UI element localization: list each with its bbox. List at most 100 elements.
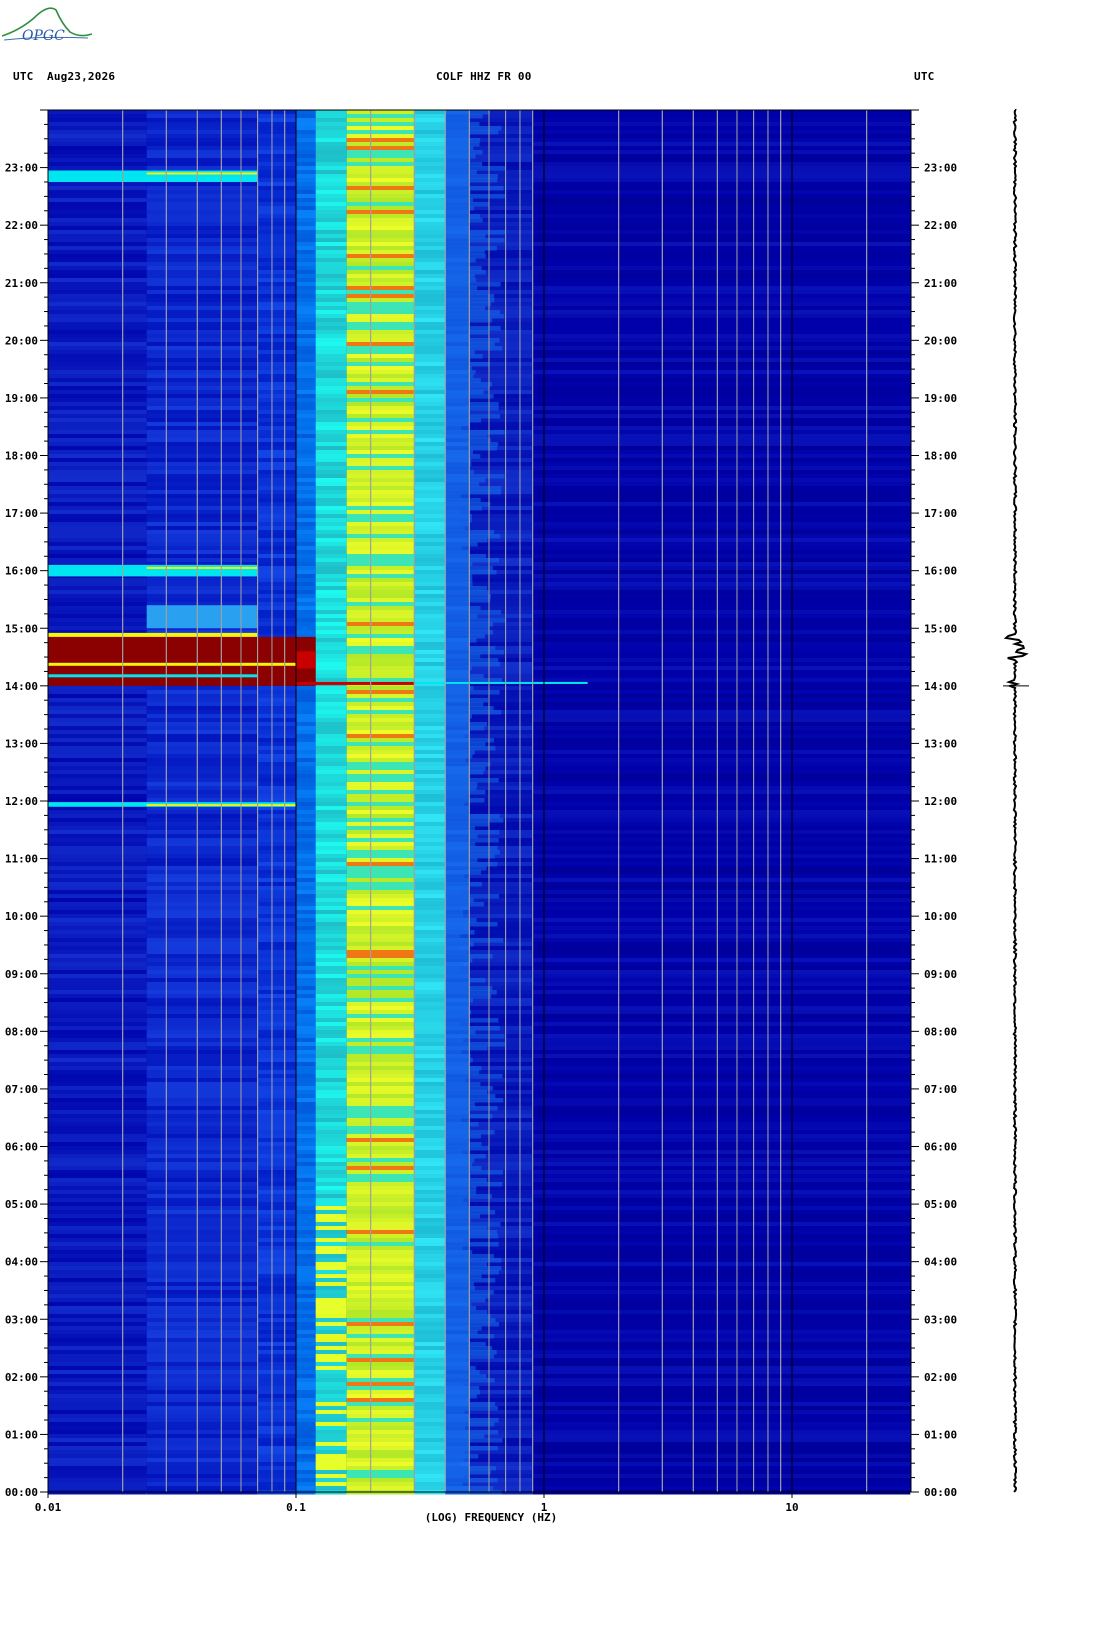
heatmap-cell (296, 306, 316, 311)
heatmap-cell (315, 510, 347, 515)
heatmap-cell (315, 1366, 347, 1371)
heatmap-cell (346, 534, 415, 539)
heatmap-cell (346, 1134, 415, 1139)
y-tick-label-right: 10:00 (924, 910, 957, 923)
heatmap-cell (257, 418, 296, 423)
heatmap-cell (346, 350, 415, 355)
heatmap-cell (346, 910, 415, 915)
heatmap-cell (445, 582, 473, 587)
heatmap-cell (414, 1238, 446, 1243)
heatmap-cell (469, 154, 533, 159)
heatmap-cell (532, 186, 911, 191)
heatmap-cell (296, 282, 316, 287)
heatmap-cell (532, 1218, 911, 1223)
heatmap-cell (48, 774, 147, 779)
heatmap-cell (346, 118, 415, 123)
heatmap-cell (532, 1006, 911, 1011)
heatmap-cell (414, 410, 446, 415)
heatmap-cell (48, 730, 147, 735)
heatmap-cell (532, 1382, 911, 1387)
heatmap-cell (315, 1078, 347, 1083)
heatmap-cell (532, 1066, 911, 1071)
heatmap-cell (469, 1338, 533, 1343)
spectrogram-chart: 00:0001:0002:0003:0004:0005:0006:0007:00… (5, 109, 1029, 1524)
heatmap-cell (346, 598, 415, 603)
heatmap-cell (257, 618, 296, 623)
heatmap-cell (315, 958, 347, 963)
heatmap-cell (414, 1122, 446, 1127)
heatmap-cell (414, 170, 446, 175)
heatmap-cell (315, 714, 347, 719)
heatmap-cell (445, 350, 475, 355)
heatmap-cell (315, 470, 347, 475)
heatmap-cell (257, 466, 296, 471)
heatmap-cell (315, 1214, 347, 1219)
heatmap-cell (445, 818, 504, 823)
heatmap-cell (315, 1322, 347, 1327)
heatmap-cell (346, 126, 415, 131)
heatmap-cell (346, 930, 415, 935)
heatmap-cell (532, 858, 911, 863)
heatmap-cell (48, 1074, 147, 1079)
heatmap-cell (346, 1322, 415, 1327)
heatmap-cell (346, 1034, 415, 1039)
heatmap-cell (296, 414, 316, 419)
heatmap-cell (315, 570, 347, 575)
heatmap-cell (48, 718, 147, 723)
heatmap-cell (315, 794, 347, 799)
heatmap-cell (346, 506, 415, 511)
heatmap-cell (48, 1290, 147, 1295)
heatmap-cell (257, 442, 296, 447)
heatmap-cell (445, 1302, 472, 1307)
heatmap-cell (315, 1450, 347, 1455)
heatmap-cell (532, 1290, 911, 1295)
heatmap-cell (445, 1214, 481, 1219)
heatmap-cell (257, 574, 296, 579)
heatmap-cell (315, 1034, 347, 1039)
heatmap-cell (296, 1418, 316, 1423)
heatmap-cell (414, 802, 446, 807)
heatmap-cell (257, 1018, 296, 1023)
heatmap-cell (445, 982, 469, 987)
heatmap-cell (315, 286, 347, 291)
heatmap-cell (296, 318, 316, 323)
heatmap-cell (445, 402, 499, 407)
heatmap-cell (445, 286, 478, 291)
frequency-axis: 0.01 0.1 1 10 (35, 1492, 799, 1514)
heatmap-cell (445, 638, 477, 643)
heatmap-cell (346, 822, 415, 827)
heatmap-cell (257, 1258, 296, 1263)
heatmap-cell (346, 130, 415, 135)
heatmap-cell (445, 334, 463, 339)
heatmap-cell (48, 1398, 147, 1403)
heatmap-cell (346, 522, 415, 527)
heatmap-cell (532, 1442, 911, 1447)
heatmap-cell (315, 1474, 347, 1479)
heatmap-cell (315, 1334, 347, 1339)
heatmap-cell (532, 546, 911, 551)
heatmap-cell (346, 186, 415, 191)
heatmap-cell (469, 1058, 533, 1063)
heatmap-cell (48, 1038, 147, 1043)
heatmap-cell (532, 702, 911, 707)
heatmap-cell (296, 142, 316, 147)
heatmap-cell (532, 766, 911, 771)
heatmap-cell (48, 990, 147, 995)
heatmap-cell (346, 450, 415, 455)
heatmap-cell (296, 1034, 316, 1039)
heatmap-cell (315, 194, 347, 199)
heatmap-cell (48, 410, 147, 415)
heatmap-cell (48, 1286, 147, 1291)
heatmap-cell (296, 314, 316, 319)
heatmap-cell (414, 998, 446, 1003)
heatmap-cell (296, 782, 316, 787)
heatmap-cell (346, 166, 415, 171)
heatmap-cell (257, 834, 296, 839)
heatmap-cell (532, 338, 911, 343)
heatmap-cell (445, 522, 462, 527)
heatmap-cell (296, 582, 316, 587)
heatmap-cell (315, 1310, 347, 1315)
heatmap-cell (532, 1406, 911, 1411)
heatmap-cell (315, 710, 347, 715)
heatmap-cell (346, 270, 415, 275)
